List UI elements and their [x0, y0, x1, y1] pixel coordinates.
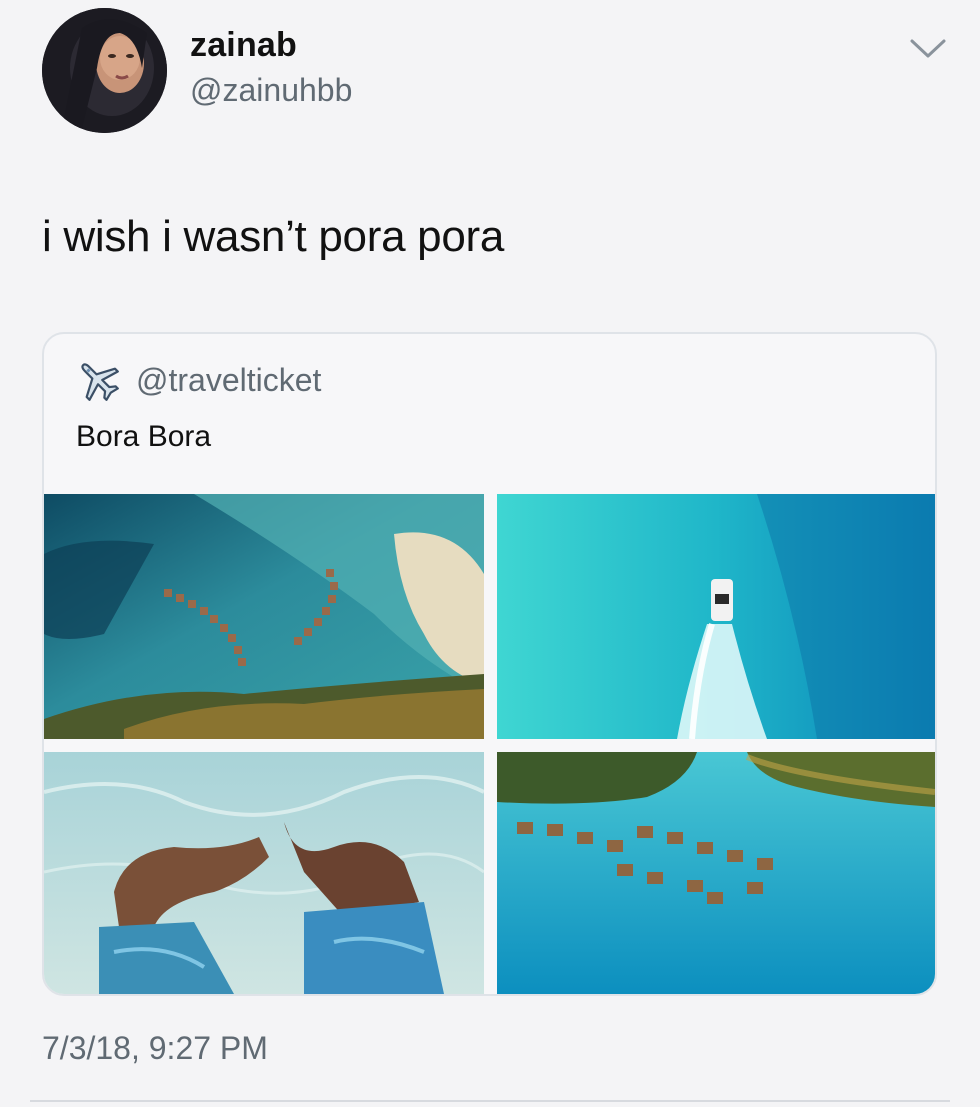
- quoted-tweet-text: Bora Bora: [76, 420, 212, 453]
- photo-grid: [44, 494, 935, 994]
- photo-bungalows-lagoon[interactable]: [497, 752, 935, 994]
- photo-bungalows-sandbar[interactable]: [44, 494, 484, 739]
- tweet-text: i wish i wasn’t pora pora: [42, 212, 505, 261]
- avatar[interactable]: [42, 8, 167, 133]
- airplane-icon: [81, 363, 119, 401]
- tweet-page: zainab @zainuhbb i wish i wasn’t pora po…: [0, 0, 980, 1107]
- divider: [30, 1100, 950, 1102]
- tweet-timestamp[interactable]: 7/3/18, 9:27 PM: [42, 1030, 268, 1067]
- display-name[interactable]: zainab: [190, 26, 297, 65]
- chevron-down-icon[interactable]: [908, 36, 948, 62]
- photo-boat-lagoon[interactable]: [497, 494, 935, 739]
- photo-legs-underwater[interactable]: [44, 752, 484, 994]
- quoted-tweet-card[interactable]: @travelticket Bora Bora: [42, 332, 937, 996]
- avatar-photo: [42, 8, 167, 133]
- quoted-tweet-header: @travelticket: [74, 356, 321, 404]
- user-handle[interactable]: @zainuhbb: [190, 72, 352, 109]
- quoted-tweet-handle[interactable]: @travelticket: [136, 362, 321, 399]
